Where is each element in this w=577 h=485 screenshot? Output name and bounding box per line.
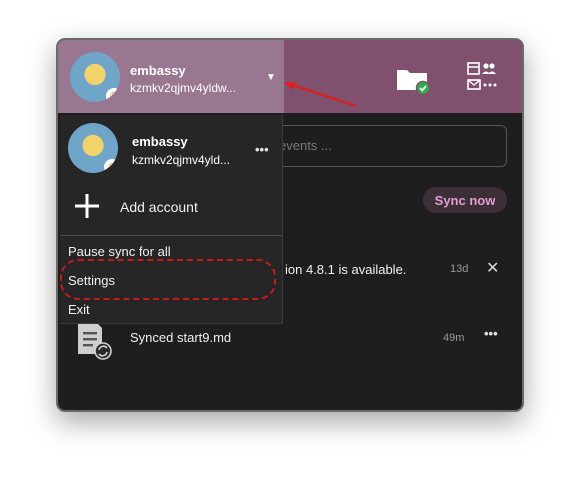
- menu-account-name: embassy: [132, 134, 188, 149]
- avatar: ☾: [68, 123, 118, 173]
- sync-now-button[interactable]: Sync now: [423, 187, 507, 213]
- calendar-people-icon[interactable]: [466, 60, 500, 94]
- folder-check-icon[interactable]: [395, 64, 431, 96]
- exit-item[interactable]: Exit: [68, 302, 90, 317]
- menu-divider: [60, 235, 282, 236]
- account-switcher-button[interactable]: ☾ embassy kzmkv2qjmv4yldw... ▼: [58, 40, 284, 113]
- moon-status-icon: ☾: [106, 88, 120, 102]
- plus-icon: [74, 193, 100, 219]
- update-notification-text: ion 4.8.1 is available.: [285, 262, 407, 277]
- notification-time: 13d: [450, 263, 469, 275]
- account-more-button[interactable]: •••: [255, 142, 269, 157]
- account-name: embassy: [130, 63, 186, 78]
- add-account-item[interactable]: Add account: [120, 199, 198, 215]
- search-input[interactable]: events ...: [260, 125, 507, 167]
- menu-account-id: kzmkv2qjmv4yld...: [132, 153, 231, 167]
- synced-file-text: Synced start9.md: [130, 330, 232, 345]
- account-id: kzmkv2qjmv4yldw...: [130, 81, 237, 95]
- pause-sync-item[interactable]: Pause sync for all: [68, 244, 171, 259]
- chevron-down-icon: ▼: [266, 72, 276, 83]
- settings-highlight-outline: [60, 259, 276, 300]
- moon-status-icon: ☾: [104, 159, 118, 173]
- file-sync-icon: [74, 320, 116, 362]
- avatar: ☾: [70, 52, 120, 102]
- notification-time: 49m: [443, 332, 465, 344]
- search-placeholder: events ...: [279, 138, 332, 153]
- more-icon[interactable]: •••: [484, 326, 498, 341]
- annotation-arrow-icon: [280, 78, 360, 115]
- close-icon[interactable]: ✕: [486, 258, 499, 278]
